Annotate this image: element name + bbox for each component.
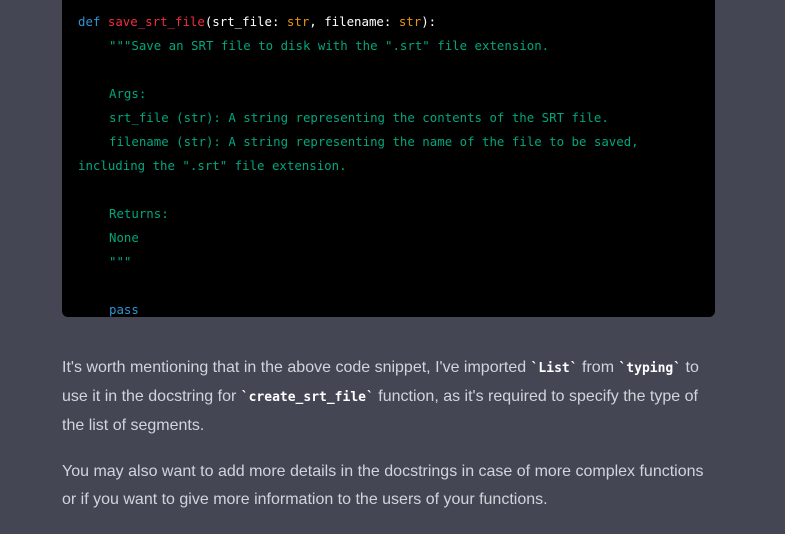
code-line: pass <box>78 298 639 322</box>
paragraph-text: It's worth mentioning that in the above … <box>62 359 531 376</box>
def-keyword: def <box>78 14 101 29</box>
code-line: """Save an SRT file to disk with the ".s… <box>78 34 639 58</box>
type-annotation: str <box>398 14 422 29</box>
docstring-line: srt_file (str): A string representing th… <box>109 110 609 125</box>
code-line: filename (str): A string representing th… <box>78 130 639 154</box>
inline-code-create-srt-file: `create_srt_file` <box>240 390 374 405</box>
code-line: srt_file (str): A string representing th… <box>78 106 639 130</box>
type-annotation: str <box>286 14 310 29</box>
paragraph-text: from <box>577 359 619 376</box>
docstring-line: Returns: <box>109 206 169 221</box>
code-block: def save_srt_file(srt_file: str, filenam… <box>62 0 715 317</box>
explanation-paragraph: It's worth mentioning that in the above … <box>62 354 722 440</box>
inline-code-typing: `typing` <box>618 361 682 376</box>
suggestion-paragraph: You may also want to add more details in… <box>62 463 704 508</box>
params-open: (srt_file: <box>204 14 287 29</box>
function-name: save_srt_file <box>107 14 205 29</box>
code-line: including the ".srt" file extension. <box>78 154 639 178</box>
docstring-line: Args: <box>109 86 147 101</box>
code-line: None <box>78 226 639 250</box>
docstring-line: filename (str): A string representing th… <box>109 134 639 149</box>
code-line: Returns: <box>78 202 639 226</box>
code-line: def save_srt_file(srt_file: str, filenam… <box>78 10 639 34</box>
docstring-line: """Save an SRT file to disk with the ".s… <box>109 38 550 53</box>
docstring-line: """ <box>109 254 132 269</box>
params-mid: , filename: <box>309 14 399 29</box>
pass-keyword: pass <box>109 302 139 317</box>
code-line: """ <box>78 250 639 274</box>
params-close: ): <box>421 14 437 29</box>
code-content: def save_srt_file(srt_file: str, filenam… <box>78 10 639 322</box>
inline-code-list: `List` <box>530 361 578 376</box>
docstring-line: None <box>109 230 139 245</box>
docstring-line: including the ".srt" file extension. <box>78 158 347 173</box>
code-line: Args: <box>78 82 639 106</box>
